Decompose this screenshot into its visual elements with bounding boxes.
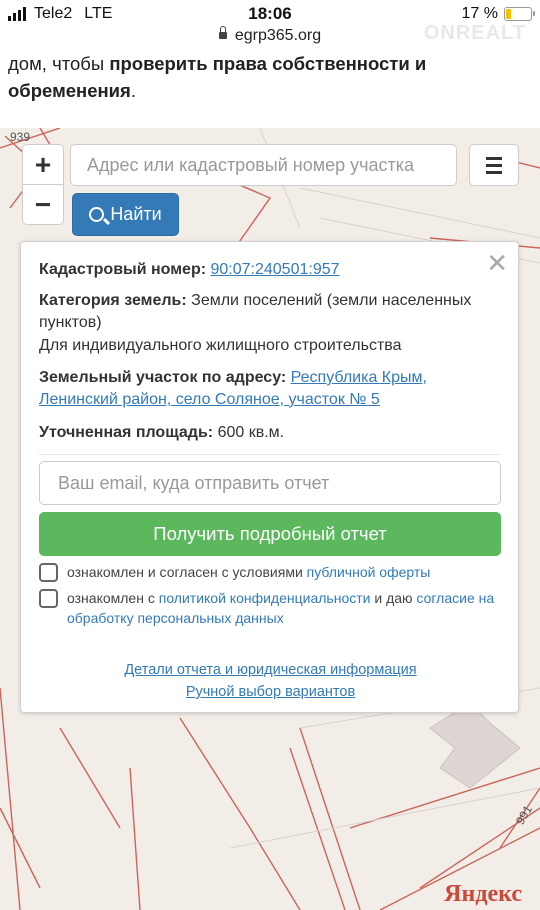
area-value: 600 кв.м. (217, 424, 285, 441)
privacy-consent-text: ознакомлен с политикой конфиденциальност… (67, 588, 507, 628)
get-report-button[interactable]: Получить подробный отчет (39, 512, 501, 556)
area-label: Уточненная площадь: (39, 424, 214, 441)
status-right: 17 % (461, 5, 535, 23)
divider (39, 454, 501, 455)
parcel-label-939: 939 (10, 130, 31, 144)
watermark-logo: ONREALT (423, 22, 526, 44)
find-button[interactable]: Найти (72, 193, 179, 236)
cadastral-row: Кадастровый номер: 90:07:240501:957 (39, 259, 501, 281)
address-label: Земельный участок по адресу: (39, 369, 287, 386)
email-field[interactable] (39, 461, 501, 505)
yandex-logo: Яндекс (444, 881, 522, 907)
zoom-control: + − (22, 144, 64, 225)
offer-consent-label: ознакомлен и согласен с условиями (67, 564, 307, 580)
find-button-label: Найти (110, 204, 162, 224)
email-input[interactable] (56, 471, 484, 495)
menu-button[interactable] (469, 144, 519, 186)
intro-paragraph: дом, чтобы проверить права собственности… (8, 50, 528, 104)
offer-consent-text: ознакомлен и согласен с условиями публич… (67, 562, 507, 582)
privacy-policy-link[interactable]: политикой конфиденциальности (159, 590, 371, 606)
public-offer-link[interactable]: публичной оферты (307, 564, 431, 580)
manual-link-row: Ручной выбор вариантов (21, 684, 520, 700)
search-input[interactable] (85, 153, 442, 177)
search-field[interactable] (70, 144, 457, 186)
zoom-out-button[interactable]: − (23, 184, 63, 224)
manual-selection-link[interactable]: Ручной выбор вариантов (186, 684, 355, 700)
cadastral-label: Кадастровый номер: (39, 261, 207, 278)
url-text: egrp365.org (234, 27, 322, 44)
lock-icon (218, 26, 227, 39)
intro-text-after: . (130, 80, 136, 101)
parcel-info-popup: ✕ Кадастровый номер: 90:07:240501:957 Ка… (20, 241, 519, 713)
offer-consent-checkbox[interactable] (39, 563, 58, 582)
privacy-consent-checkbox[interactable] (39, 589, 58, 608)
zoom-in-button[interactable]: + (23, 145, 63, 184)
privacy-consent-label-2: и даю (370, 590, 417, 606)
report-details-link[interactable]: Детали отчета и юридическая информация (124, 662, 416, 678)
status-bar: Tele2 LTE 18:06 egrp365.org ONREALT 17 % (0, 0, 540, 50)
cadastral-number-link[interactable]: 90:07:240501:957 (211, 261, 340, 278)
intro-text-before: дом, чтобы (8, 53, 110, 74)
search-icon (89, 207, 105, 222)
privacy-consent-label-1: ознакомлен с (67, 590, 159, 606)
details-link-row: Детали отчета и юридическая информация (21, 662, 520, 678)
area-row: Уточненная площадь: 600 кв.м. (39, 422, 501, 444)
battery-icon (504, 7, 535, 21)
usage-text: Для индивидуального жилищного строительс… (39, 337, 402, 354)
category-row: Категория земель: Земли поселений (земли… (39, 290, 501, 334)
category-label: Категория земель: (39, 292, 187, 309)
battery-percent: 17 % (461, 5, 498, 22)
clock: 18:06 (248, 4, 292, 23)
hamburger-icon (486, 156, 502, 160)
address-row: Земельный участок по адресу: Республика … (39, 367, 501, 411)
